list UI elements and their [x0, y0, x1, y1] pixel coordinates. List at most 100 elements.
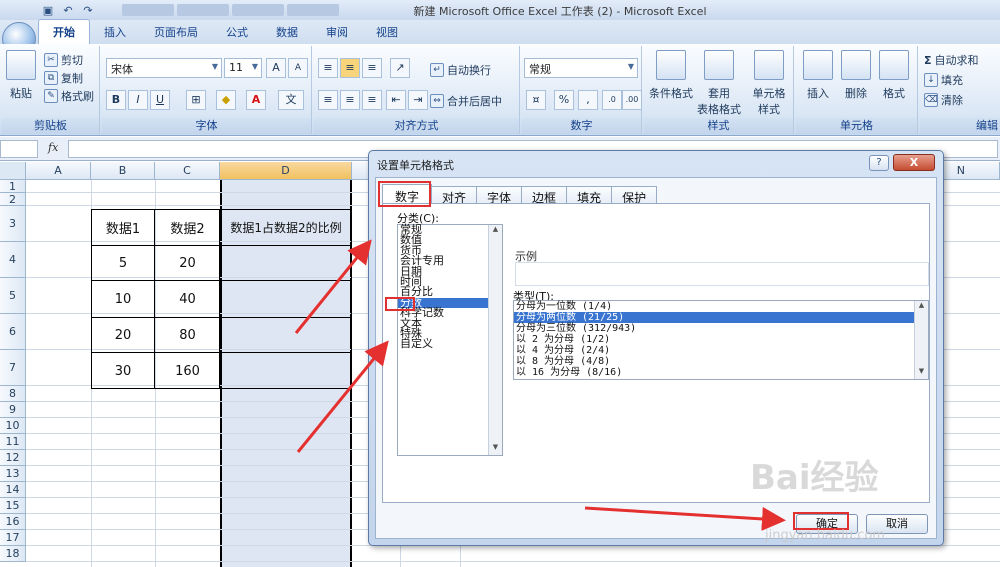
row-header[interactable]: 8 [0, 386, 26, 402]
type-item[interactable]: 以 8 为分母 (4/8) [514, 356, 928, 367]
row-header[interactable]: 7 [0, 350, 26, 386]
row-header[interactable]: 6 [0, 314, 26, 350]
header-cell-data2[interactable]: 数据2 [155, 209, 220, 245]
tab-view[interactable]: 视图 [362, 20, 412, 44]
increase-indent-button[interactable]: ⇥ [408, 90, 428, 110]
row-header[interactable]: 3 [0, 206, 26, 242]
help-button[interactable]: ? [869, 155, 889, 171]
category-item[interactable]: 自定义 [398, 338, 502, 349]
type-item[interactable]: 以 4 为分母 (2/4) [514, 345, 928, 356]
scroll-down-icon[interactable]: ▼ [915, 367, 928, 379]
row-header[interactable]: 18 [0, 546, 26, 562]
clear-button[interactable]: ⌫ 清除 [924, 92, 963, 108]
row-header[interactable]: 5 [0, 278, 26, 314]
align-top-button[interactable]: ≡ [318, 58, 338, 78]
row-header[interactable]: 16 [0, 514, 26, 530]
type-item[interactable]: 分母为三位数 (312/943) [514, 323, 928, 334]
select-all-corner[interactable] [0, 162, 26, 180]
row-header[interactable]: 12 [0, 450, 26, 466]
italic-button[interactable]: I [128, 90, 148, 110]
copy-button[interactable]: ⧉ 复制 [44, 70, 83, 86]
fx-icon[interactable]: fx [48, 141, 58, 154]
row-header[interactable]: 15 [0, 498, 26, 514]
orientation-button[interactable]: ↗ [390, 58, 410, 78]
number-format-combo[interactable]: 常规 ▼ [524, 58, 638, 78]
column-header-c[interactable]: C [155, 162, 220, 180]
header-cell-data1[interactable]: 数据1 [91, 209, 155, 245]
tab-review[interactable]: 审阅 [312, 20, 362, 44]
bold-button[interactable]: B [106, 90, 126, 110]
comma-button[interactable]: , [578, 90, 598, 110]
type-item[interactable]: 以 16 为分母 (8/16) [514, 367, 928, 378]
phonetic-button[interactable]: 文 [278, 90, 304, 110]
decrease-indent-button[interactable]: ⇤ [386, 90, 406, 110]
type-item[interactable]: 分母为一位数 (1/4) [514, 301, 928, 312]
table-cell[interactable]: 10 [91, 281, 155, 317]
accounting-format-button[interactable]: ¤ [526, 90, 546, 110]
category-list[interactable]: 常规 数值 货币 会计专用 日期 时间 百分比 分数 科学记数 文本 特殊 自定义 ▲ ▼ [397, 224, 503, 456]
row-header[interactable]: 2 [0, 193, 26, 206]
align-center-button[interactable]: ≡ [340, 90, 360, 110]
increase-decimal-button[interactable]: .0 [602, 90, 622, 110]
scroll-up-icon[interactable]: ▲ [915, 301, 928, 313]
table-cell[interactable]: 30 [91, 353, 155, 389]
font-color-button[interactable]: A [246, 90, 266, 110]
type-item[interactable]: 以 2 为分母 (1/2) [514, 334, 928, 345]
paste-button[interactable]: 粘贴 [6, 50, 36, 101]
insert-cells-button[interactable]: 插入 [800, 50, 836, 101]
underline-button[interactable]: U [150, 90, 170, 110]
wrap-text-button[interactable]: ↵ 自动换行 [430, 62, 491, 78]
autosum-button[interactable]: Σ 自动求和 [924, 52, 979, 68]
fill-color-button[interactable]: ◆ [216, 90, 236, 110]
table-cell[interactable]: 20 [91, 317, 155, 353]
tab-home[interactable]: 开始 [38, 19, 90, 44]
format-painter-button[interactable]: ✎ 格式刷 [44, 88, 94, 104]
align-middle-button[interactable]: ≡ [340, 58, 360, 78]
row-header[interactable]: 9 [0, 402, 26, 418]
row-header[interactable]: 1 [0, 180, 26, 193]
row-header[interactable]: 11 [0, 434, 26, 450]
cell-styles-button[interactable]: 单元格 样式 [746, 50, 792, 117]
grow-font-button[interactable]: A [266, 58, 286, 78]
name-box[interactable] [0, 140, 38, 158]
scroll-down-icon[interactable]: ▼ [489, 443, 502, 455]
shrink-font-button[interactable]: A [288, 58, 308, 78]
delete-cells-button[interactable]: 删除 [838, 50, 874, 101]
border-button[interactable]: ⊞ [186, 90, 206, 110]
conditional-format-button[interactable]: 条件格式 [648, 50, 694, 101]
header-cell-ratio[interactable]: 数据1占数据2的比例 [220, 209, 352, 245]
format-as-table-button[interactable]: 套用 表格格式 [696, 50, 742, 117]
cut-button[interactable]: ✂ 剪切 [44, 52, 83, 68]
row-header[interactable]: 14 [0, 482, 26, 498]
row-header[interactable]: 4 [0, 242, 26, 278]
type-scrollbar[interactable]: ▲ ▼ [914, 301, 928, 379]
font-name-combo[interactable]: 宋体 ▼ [106, 58, 222, 78]
column-header-d[interactable]: D [220, 162, 352, 180]
row-header[interactable]: 17 [0, 530, 26, 546]
row-header[interactable]: 10 [0, 418, 26, 434]
table-cell[interactable]: 80 [155, 317, 220, 353]
decrease-decimal-button[interactable]: .00 [622, 90, 642, 110]
column-header-b[interactable]: B [91, 162, 155, 180]
format-cells-button[interactable]: 格式 [876, 50, 912, 101]
table-cell[interactable]: 20 [155, 245, 220, 281]
tab-formulas[interactable]: 公式 [212, 20, 262, 44]
column-header-a[interactable]: A [26, 162, 91, 180]
percent-button[interactable]: % [554, 90, 574, 110]
category-scrollbar[interactable]: ▲ ▼ [488, 225, 502, 455]
table-cell[interactable]: 5 [91, 245, 155, 281]
close-button[interactable]: X [893, 154, 935, 171]
align-left-button[interactable]: ≡ [318, 90, 338, 110]
scroll-up-icon[interactable]: ▲ [489, 225, 502, 237]
align-bottom-button[interactable]: ≡ [362, 58, 382, 78]
table-cell[interactable]: 160 [155, 353, 220, 389]
row-header[interactable]: 13 [0, 466, 26, 482]
tab-data[interactable]: 数据 [262, 20, 312, 44]
merge-center-button[interactable]: ⇔ 合并后居中 [430, 93, 502, 109]
type-list[interactable]: 分母为一位数 (1/4) 分母为两位数 (21/25) 分母为三位数 (312/94… [513, 300, 929, 380]
type-item[interactable]: 分母为两位数 (21/25) [514, 312, 928, 323]
tab-page-layout[interactable]: 页面布局 [140, 20, 212, 44]
fill-button[interactable]: ↓ 填充 [924, 72, 963, 88]
tab-insert[interactable]: 插入 [90, 20, 140, 44]
table-cell[interactable]: 40 [155, 281, 220, 317]
